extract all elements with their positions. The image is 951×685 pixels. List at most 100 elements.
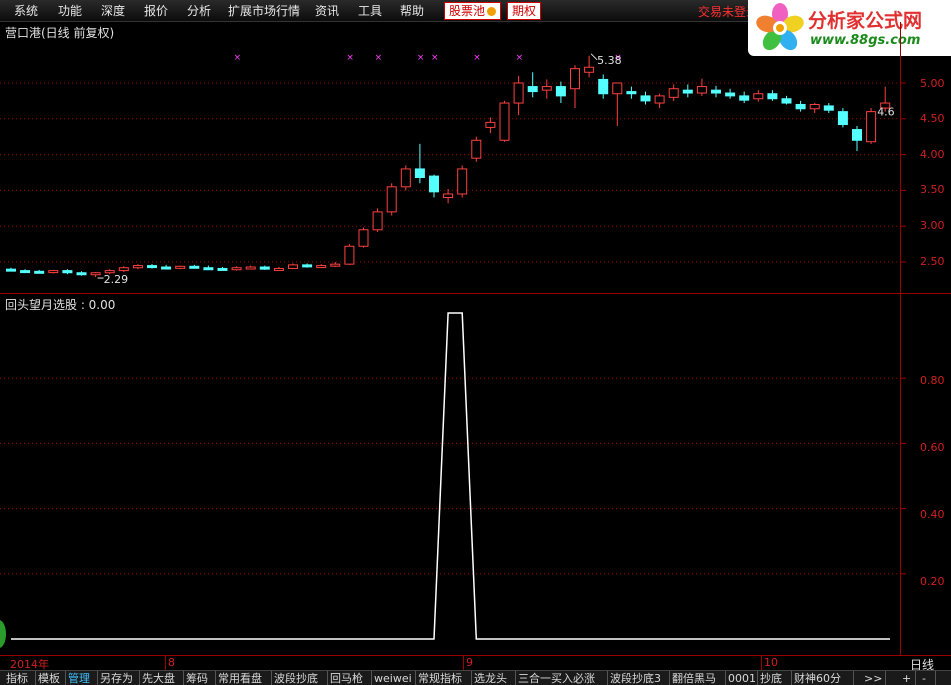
- tab-double-dark-horse[interactable]: 翻倍黑马: [670, 671, 726, 685]
- candle-body[interactable]: [654, 95, 665, 104]
- candle-body[interactable]: [584, 66, 595, 73]
- candle-body[interactable]: [62, 270, 73, 274]
- candle-body[interactable]: [513, 82, 524, 104]
- indicator-line: [11, 312, 890, 640]
- candle-body[interactable]: [711, 89, 721, 94]
- candle-body[interactable]: [147, 265, 157, 269]
- candle-body[interactable]: [809, 103, 820, 110]
- candle-body[interactable]: [189, 265, 200, 269]
- candle-body[interactable]: [344, 245, 355, 265]
- candle-body[interactable]: [457, 168, 468, 195]
- candle-body[interactable]: [231, 267, 242, 271]
- stock-pool-button[interactable]: 股票池: [444, 2, 502, 20]
- zoom-out-button[interactable]: -: [920, 671, 936, 685]
- candle-body[interactable]: [725, 92, 736, 97]
- candle-body[interactable]: [753, 93, 764, 100]
- candle-body[interactable]: [485, 121, 496, 128]
- menu-analysis[interactable]: 分析: [187, 3, 211, 20]
- tab-bottom-fish[interactable]: 抄底: [758, 671, 792, 685]
- candle-body[interactable]: [20, 270, 31, 274]
- candle-body[interactable]: [696, 86, 707, 94]
- tab-common-view[interactable]: 常用看盘: [216, 671, 272, 685]
- zoom-in-button[interactable]: +: [900, 671, 916, 685]
- candle-body[interactable]: [837, 111, 848, 126]
- candle-body[interactable]: [668, 88, 679, 98]
- candle-body[interactable]: [781, 98, 792, 104]
- candle-body[interactable]: [118, 267, 129, 272]
- tab-weiwei[interactable]: weiwei: [372, 671, 416, 685]
- menu-tools[interactable]: 工具: [358, 3, 382, 20]
- candle-body[interactable]: [598, 78, 609, 95]
- candle-body[interactable]: [527, 86, 538, 93]
- candle-body[interactable]: [682, 89, 693, 94]
- candle-body[interactable]: [767, 93, 778, 100]
- candle-body[interactable]: [358, 229, 369, 247]
- candle-body[interactable]: [288, 264, 298, 269]
- candle-body[interactable]: [570, 68, 580, 90]
- tab-save-as[interactable]: 另存为: [98, 671, 140, 685]
- candle-body[interactable]: [541, 86, 552, 91]
- candle-body[interactable]: [443, 193, 454, 199]
- menu-quote[interactable]: 报价: [144, 3, 168, 20]
- candle-body[interactable]: [372, 211, 383, 231]
- candle-body[interactable]: [302, 264, 313, 268]
- candle-body[interactable]: [217, 267, 228, 271]
- menu-help[interactable]: 帮助: [400, 3, 424, 20]
- price-chart-pane[interactable]: 营口港(日线 前复权) × × × × × × × × 5.38 2.29 4.6 5.00 …: [0, 22, 951, 293]
- candle-body[interactable]: [175, 265, 186, 269]
- menu-news[interactable]: 资讯: [315, 3, 339, 20]
- candle-body[interactable]: [316, 265, 327, 269]
- tab-pullback[interactable]: 回马枪: [328, 671, 372, 685]
- tab-indicator[interactable]: 指标: [4, 671, 36, 685]
- candle-body[interactable]: [273, 267, 284, 271]
- candle-body[interactable]: [471, 139, 482, 159]
- price-ytick: 3.00: [920, 219, 945, 232]
- candle-body[interactable]: [555, 86, 566, 97]
- options-button[interactable]: 期权: [507, 2, 542, 20]
- tab-select-leader[interactable]: 选龙头: [472, 671, 516, 685]
- indicator-chart[interactable]: [0, 294, 951, 656]
- candle-body[interactable]: [852, 129, 862, 141]
- candle-body[interactable]: [823, 105, 834, 111]
- candle-body[interactable]: [132, 265, 143, 269]
- candle-body[interactable]: [90, 272, 101, 276]
- menu-extended-market[interactable]: 扩展市场行情: [228, 3, 300, 20]
- candle-body[interactable]: [386, 186, 397, 213]
- candle-body[interactable]: [429, 175, 439, 193]
- candle-body[interactable]: [6, 268, 16, 272]
- candle-body[interactable]: [739, 95, 750, 101]
- candle-body[interactable]: [795, 103, 806, 110]
- tab-wave-bottom-3[interactable]: 波段抄底3: [608, 671, 670, 685]
- candle-body[interactable]: [245, 266, 256, 270]
- tab-regular-indicator[interactable]: 常规指标: [416, 671, 472, 685]
- candle-body[interactable]: [203, 267, 214, 271]
- date-axis: 2014年 8 9 10 日线: [0, 655, 951, 672]
- menu-function[interactable]: 功能: [58, 3, 82, 20]
- menu-system[interactable]: 系统: [14, 3, 38, 20]
- tab-three-in-one[interactable]: 三合一买入必涨: [516, 671, 608, 685]
- candle-body[interactable]: [612, 82, 623, 95]
- tab-chips[interactable]: 筹码: [184, 671, 216, 685]
- menu-depth[interactable]: 深度: [101, 3, 125, 20]
- candle-body[interactable]: [499, 102, 510, 141]
- candle-body[interactable]: [161, 266, 172, 270]
- candle-body[interactable]: [48, 270, 59, 274]
- tab-manage[interactable]: 管理: [66, 671, 98, 685]
- candle-body[interactable]: [626, 91, 637, 95]
- candle-body[interactable]: [259, 266, 270, 270]
- candle-body[interactable]: [414, 168, 425, 179]
- candle-body[interactable]: [330, 263, 341, 267]
- candle-body[interactable]: [866, 111, 877, 143]
- candlestick-chart[interactable]: × × × × × × × × 5.38 2.29 4.6: [0, 22, 951, 293]
- tab-wave-bottom[interactable]: 波段抄底: [272, 671, 328, 685]
- tab-template[interactable]: 模板: [36, 671, 66, 685]
- indicator-pane[interactable]: 回头望月选股 : 0.00 0.80 0.60 0.40 0.20: [0, 293, 951, 655]
- candle-body[interactable]: [400, 168, 411, 188]
- tab-market-first[interactable]: 先大盘: [140, 671, 184, 685]
- candle-body[interactable]: [76, 272, 87, 276]
- tab-wealth-60[interactable]: 财神60分: [792, 671, 854, 685]
- tab-more[interactable]: >>: [862, 671, 886, 685]
- candle-body[interactable]: [640, 95, 651, 102]
- candle-body[interactable]: [34, 270, 45, 274]
- tab-0001[interactable]: 0001: [726, 671, 758, 685]
